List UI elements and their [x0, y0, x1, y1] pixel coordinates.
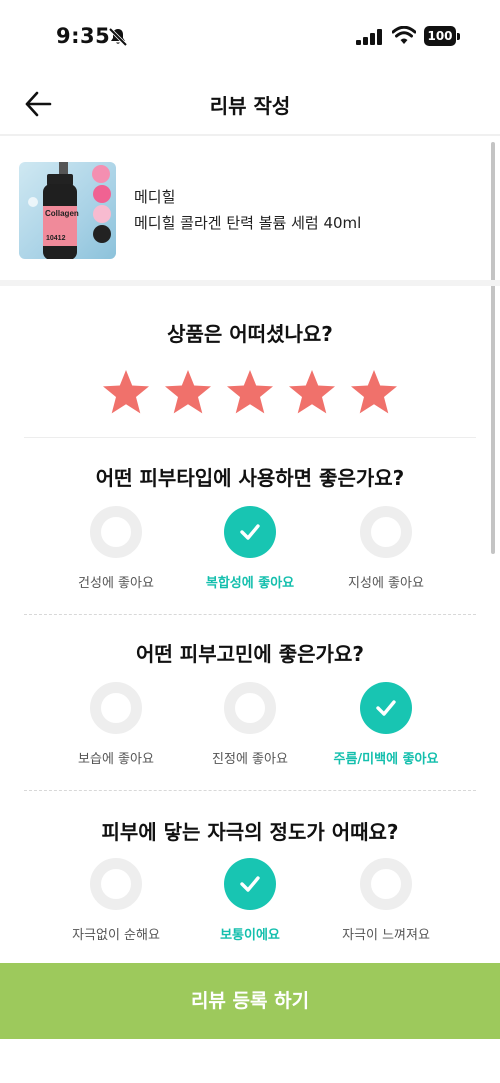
product-image: Collagen 10412	[19, 162, 116, 259]
radio-selected[interactable]	[360, 682, 412, 734]
battery-level: 100	[424, 26, 456, 46]
skin-concern-question: 어떤 피부고민에 좋은가요?	[136, 642, 364, 666]
radio-unselected[interactable]	[360, 506, 412, 558]
option-label: 보통이에요	[220, 928, 280, 943]
rating-question: 상품은 어떠셨나요?	[167, 322, 333, 346]
radio-unselected[interactable]	[90, 506, 142, 558]
app-header: 리뷰 작성	[0, 72, 500, 136]
star-icon[interactable]	[163, 368, 213, 418]
star-icon[interactable]	[101, 368, 151, 418]
product-image-label: Collagen	[45, 209, 79, 218]
option-skin-type-1[interactable]: 복합성에 좋아요	[180, 506, 320, 591]
check-icon	[376, 700, 396, 716]
status-bar: 9:35 100	[0, 0, 500, 72]
option-skin-concern-1[interactable]: 진정에 좋아요	[180, 682, 320, 767]
radio-unselected[interactable]	[90, 858, 142, 910]
radio-selected[interactable]	[224, 506, 276, 558]
product-image-code: 10412	[46, 235, 66, 242]
wifi-icon	[392, 26, 416, 44]
home-indicator-area	[0, 1039, 500, 1083]
rating-section: 상품은 어떠셨나요?	[24, 292, 476, 438]
option-irritation-2[interactable]: 자극이 느껴져요	[316, 858, 456, 943]
option-label: 건성에 좋아요	[78, 576, 154, 591]
check-icon	[240, 876, 260, 892]
product-name: 메디힐 콜라겐 탄력 볼륨 세럼 40ml	[134, 214, 362, 232]
skin-type-question: 어떤 피부타입에 사용하면 좋은가요?	[95, 466, 405, 490]
option-skin-type-0[interactable]: 건성에 좋아요	[46, 506, 186, 591]
option-label: 보습에 좋아요	[78, 752, 154, 767]
option-skin-concern-0[interactable]: 보습에 좋아요	[46, 682, 186, 767]
status-time: 9:35	[56, 24, 111, 48]
option-skin-type-2[interactable]: 지성에 좋아요	[316, 506, 456, 591]
product-brand: 메디힐	[134, 188, 176, 206]
signal-icon	[356, 29, 382, 45]
page-title: 리뷰 작성	[209, 94, 291, 118]
irritation-options: 자극없이 순해요 보통이에요 자극이 느껴져요	[24, 858, 476, 948]
radio-unselected[interactable]	[90, 682, 142, 734]
option-label: 지성에 좋아요	[348, 576, 424, 591]
product-card: Collagen 10412 메디힐 메디힐 콜라겐 탄력 볼륨 세럼 40ml	[0, 140, 500, 286]
irritation-question: 피부에 닿는 자극의 정도가 어때요?	[101, 820, 399, 844]
bell-muted-icon	[108, 27, 128, 47]
radio-unselected[interactable]	[224, 682, 276, 734]
option-label: 진정에 좋아요	[212, 752, 288, 767]
option-irritation-0[interactable]: 자극없이 순해요	[46, 858, 186, 943]
skin-type-options: 건성에 좋아요 복합성에 좋아요 지성에 좋아요	[24, 506, 476, 596]
option-skin-concern-2[interactable]: 주름/미백에 좋아요	[316, 682, 456, 767]
option-label: 자극이 느껴져요	[342, 928, 430, 943]
option-irritation-1[interactable]: 보통이에요	[180, 858, 320, 943]
star-icon[interactable]	[349, 368, 399, 418]
option-label: 주름/미백에 좋아요	[333, 752, 439, 767]
star-icon[interactable]	[287, 368, 337, 418]
star-icon[interactable]	[225, 368, 275, 418]
star-rating[interactable]	[24, 368, 476, 418]
skin-concern-section: 어떤 피부고민에 좋은가요? 보습에 좋아요 진정에 좋아요 주름/미백에 좋아요	[24, 614, 476, 790]
battery-icon: 100	[424, 26, 460, 46]
submit-review-button[interactable]: 리뷰 등록 하기	[0, 963, 500, 1039]
option-label: 복합성에 좋아요	[205, 576, 295, 591]
check-icon	[240, 524, 260, 540]
irritation-section: 피부에 닿는 자극의 정도가 어때요? 자극없이 순해요 보통이에요 자극이 느껴져…	[24, 790, 476, 960]
radio-unselected[interactable]	[360, 858, 412, 910]
skin-concern-options: 보습에 좋아요 진정에 좋아요 주름/미백에 좋아요	[24, 682, 476, 772]
skin-type-section: 어떤 피부타입에 사용하면 좋은가요? 건성에 좋아요 복합성에 좋아요 지성에 좋…	[24, 438, 476, 614]
option-label: 자극없이 순해요	[72, 928, 160, 943]
radio-selected[interactable]	[224, 858, 276, 910]
